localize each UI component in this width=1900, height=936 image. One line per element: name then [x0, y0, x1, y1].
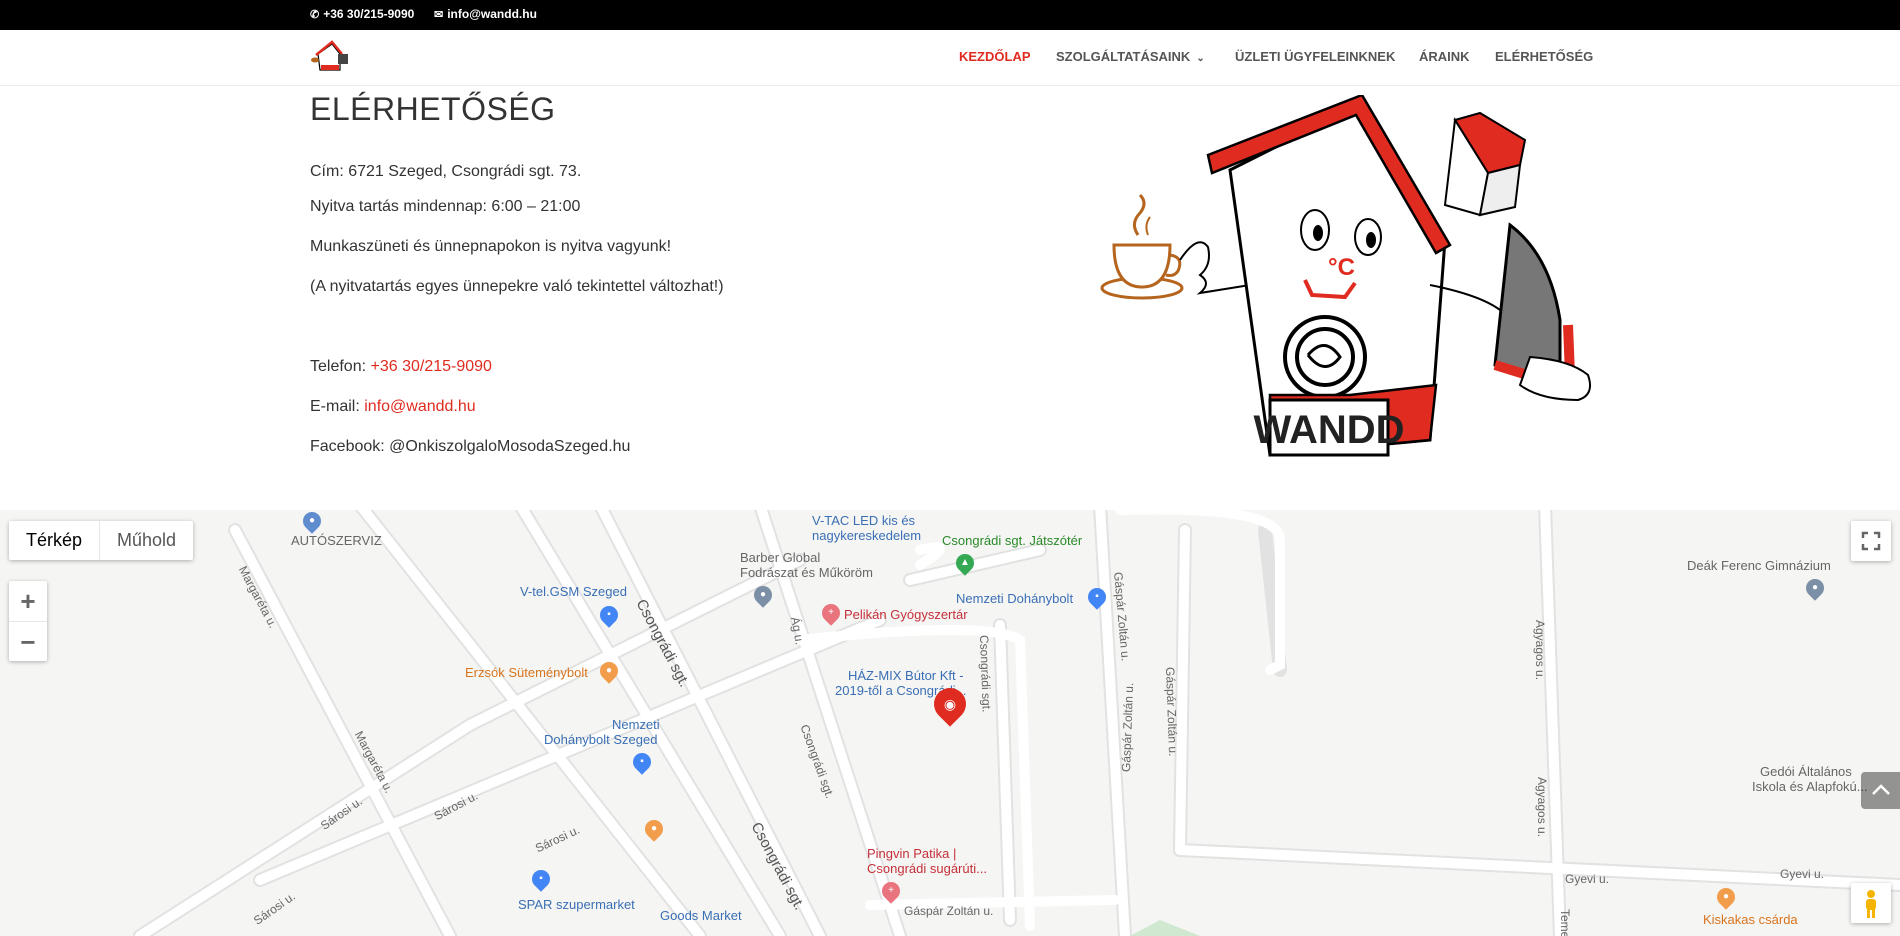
map-label-hazmix-1[interactable]: HÁZ-MIX Bútor Kft - — [848, 668, 964, 683]
phone-icon: ✆ — [310, 8, 320, 21]
restaurant-pin-icon[interactable]: ● — [641, 816, 667, 842]
pharmacy-2-pin-icon[interactable]: + — [878, 878, 904, 904]
mascot-temperature-badge: °C — [1328, 254, 1355, 281]
nav-item-services[interactable]: SZOLGÁLTATÁSAINK ⌄ — [1056, 49, 1205, 64]
street-gyevi-2: Gyevi u. — [1780, 867, 1825, 881]
nav-item-contact[interactable]: ELÉRHETŐSÉG — [1495, 49, 1593, 64]
holiday-note: Munkaszüneti és ünnepnapokon is nyitva v… — [310, 238, 672, 255]
phone-label: Telefon: — [310, 358, 371, 375]
street-agyagos-1: Agyagos u. — [1533, 620, 1547, 681]
playground-pin-icon[interactable]: ▲ — [952, 550, 978, 576]
nav-item-home[interactable]: KEZDŐLAP — [959, 49, 1031, 64]
barber-pin-icon[interactable]: ● — [750, 582, 776, 608]
zoom-control: + − — [9, 581, 47, 661]
tobacco-shop-pin-icon[interactable]: ▪ — [1084, 584, 1110, 610]
fullscreen-button[interactable] — [1851, 521, 1891, 561]
map-label-jatszoter[interactable]: Csongrádi sgt. Játszótér — [942, 533, 1082, 548]
street-csongradi-4: Csongrádi sgt. — [977, 634, 994, 713]
top-bar: ✆ +36 30/215-9090 ✉ info@wandd.hu — [0, 0, 1900, 30]
street-agyagos-2: Agyagos u. — [1535, 777, 1549, 838]
email-label: E-mail: — [310, 398, 365, 415]
zoom-in-button[interactable]: + — [9, 581, 47, 622]
bakery-pin-icon[interactable]: ● — [596, 658, 622, 684]
tobacco-shop-2-pin-icon[interactable]: ▪ — [629, 749, 655, 775]
mascot-wandd-text: WANDD — [1253, 408, 1404, 452]
facebook-line: Facebook: @OnkiszolgaloMosodaSzeged.hu — [310, 438, 631, 455]
email-line: E-mail: info@wandd.hu — [310, 398, 476, 416]
pharmacy-pin-icon[interactable]: + — [818, 600, 844, 626]
map-label-pingvin-2[interactable]: Csongrádi sugárúti... — [867, 861, 987, 876]
map-label-spar[interactable]: SPAR szupermarket — [518, 897, 635, 912]
map-type-satellite-button[interactable]: Műhold — [100, 521, 193, 560]
map-label-nemzeti-2b[interactable]: Dohánybolt Szeged — [544, 732, 657, 747]
map-label-pingvin-1[interactable]: Pingvin Patika | — [867, 846, 956, 861]
chevron-up-icon — [1872, 784, 1890, 795]
map-label-vtel[interactable]: V-tel.GSM Szeged — [520, 584, 627, 599]
map-label-autoszerviz[interactable]: AUTÓSZERVIZ — [291, 533, 382, 548]
map-label-goods[interactable]: Goods Market — [660, 908, 742, 923]
map-label-gedoi-2[interactable]: Iskola és Alapfokú... — [1752, 779, 1868, 794]
map-label-barber-1[interactable]: Barber Global — [740, 550, 820, 565]
street-view-pegman-button[interactable] — [1851, 883, 1891, 923]
map-label-kiskakas[interactable]: Kiskakas csárda — [1703, 912, 1798, 927]
nav-item-services-label: SZOLGÁLTATÁSAINK — [1056, 49, 1191, 64]
map-type-map-button[interactable]: Térkép — [9, 521, 101, 560]
opening-hours: Nyitva tartás mindennap: 6:00 – 21:00 — [310, 198, 581, 215]
map-label-erzsok[interactable]: Erzsók Süteménybolt — [465, 665, 588, 680]
topbar-email-text: info@wandd.hu — [447, 7, 537, 21]
mail-icon: ✉ — [434, 8, 444, 21]
map-type-control: Térkép Műhold — [9, 521, 194, 560]
map-label-gedoi-1[interactable]: Gedói Általános — [1760, 764, 1852, 779]
street-temeto: Temető — [1558, 909, 1572, 936]
fullscreen-icon — [1861, 531, 1881, 551]
map-label-nemzeti-1[interactable]: Nemzeti Dohánybolt — [956, 591, 1073, 606]
page-title: ELÉRHETŐSÉG — [310, 91, 556, 127]
topbar-phone-text: +36 30/215-9090 — [323, 7, 415, 21]
back-to-top-button[interactable] — [1861, 772, 1900, 809]
wandd-mascot-image: °C WANDD — [1100, 95, 1591, 457]
email-link[interactable]: info@wandd.hu — [364, 398, 475, 415]
topbar-phone[interactable]: ✆ +36 30/215-9090 — [310, 7, 414, 21]
shop-pin-icon[interactable]: ▪ — [596, 602, 622, 628]
address-text: Cím: 6721 Szeged, Csongrádi sgt. 73. — [310, 163, 582, 180]
google-map[interactable]: AUTÓSZERVIZ ● V-TAC LED kis és nagykeres… — [0, 510, 1900, 936]
map-label-vtac-1[interactable]: V-TAC LED kis és — [812, 513, 915, 528]
school-pin-icon[interactable]: ● — [1802, 575, 1828, 601]
street-gaspar-4: Gáspár Zoltán u. — [904, 904, 994, 918]
site-logo[interactable] — [310, 40, 354, 74]
zoom-out-button[interactable]: − — [9, 622, 47, 662]
site-header: KEZDŐLAP SZOLGÁLTATÁSAINK ⌄ ÜZLETI ÜGYFEL… — [0, 30, 1900, 85]
map-label-pelikan[interactable]: Pelikán Gyógyszertár — [844, 607, 968, 622]
phone-link[interactable]: +36 30/215-9090 — [370, 358, 491, 375]
chevron-down-icon: ⌄ — [1196, 53, 1205, 64]
map-label-deak[interactable]: Deák Ferenc Gimnázium — [1687, 558, 1831, 573]
pegman-icon — [1866, 890, 1876, 918]
map-label-vtac-2[interactable]: nagykereskedelem — [812, 528, 921, 543]
topbar-email[interactable]: ✉ info@wandd.hu — [434, 7, 537, 21]
restaurant-2-pin-icon[interactable]: ● — [1713, 884, 1739, 910]
holiday-disclaimer: (A nyitvatartás egyes ünnepekre való tek… — [310, 278, 724, 295]
supermarket-pin-icon[interactable]: ▪ — [528, 866, 554, 892]
street-gyevi-1: Gyevi u. — [1565, 872, 1610, 886]
location-marker-icon[interactable]: ◉ — [927, 681, 973, 727]
map-label-nemzeti-2a[interactable]: Nemzeti — [612, 717, 660, 732]
map-label-barber-2[interactable]: Fodrászat és Műköröm — [740, 565, 873, 580]
phone-line: Telefon: +36 30/215-9090 — [310, 358, 492, 376]
nav-item-prices[interactable]: ÁRAINK — [1419, 49, 1470, 64]
nav-item-business[interactable]: ÜZLETI ÜGYFELEINKNEK — [1235, 49, 1395, 64]
